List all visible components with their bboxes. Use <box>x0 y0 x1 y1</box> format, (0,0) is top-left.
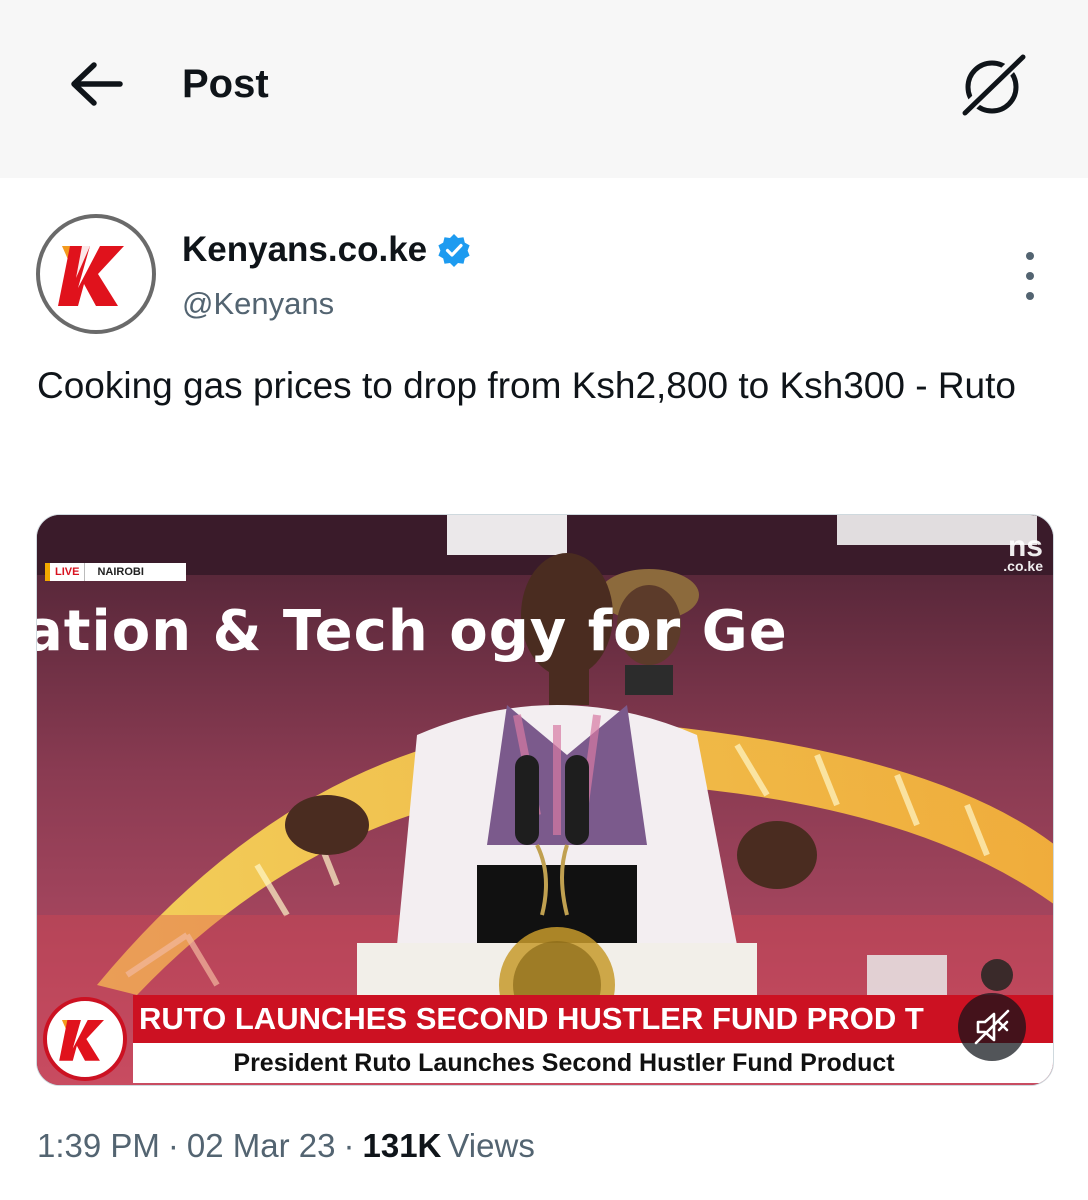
tweet-time[interactable]: 1:39 PM <box>37 1127 160 1164</box>
meta-separator: · <box>167 1127 179 1164</box>
more-dots-icon <box>1026 252 1034 260</box>
author-handle[interactable]: @Kenyans <box>182 284 334 324</box>
grok-button[interactable] <box>954 46 1032 124</box>
grok-icon <box>957 50 1028 120</box>
views-count[interactable]: 131K <box>363 1127 442 1164</box>
kenyans-logo <box>43 997 127 1081</box>
tweet-date[interactable]: 02 Mar 23 <box>187 1127 336 1164</box>
live-label: LIVE <box>50 563 86 581</box>
mute-button[interactable] <box>958 993 1026 1061</box>
more-dot <box>1026 272 1034 280</box>
live-badge: LIVE NAIROBI <box>45 563 186 581</box>
meta-separator: · <box>343 1127 355 1164</box>
news-headline: RUTO LAUNCHES SECOND HUSTLER FUND PROD T <box>133 995 1053 1043</box>
watermark-bottom: .co.ke <box>1003 558 1043 574</box>
more-dot <box>1026 292 1034 300</box>
author-name-text: Kenyans.co.ke <box>182 230 428 269</box>
tweet-meta: 1:39 PM · 02 Mar 23 · 131K Views <box>37 1124 535 1168</box>
author-display-name[interactable]: Kenyans.co.ke <box>182 228 471 272</box>
backdrop-banner-text: ation & Tech ogy for Ge <box>36 599 788 664</box>
news-subheadline: President Ruto Launches Second Hustler F… <box>133 1043 1053 1083</box>
muted-speaker-icon <box>974 1009 1010 1045</box>
page-title: Post <box>182 62 269 106</box>
avatar[interactable] <box>36 214 156 334</box>
views-label: Views <box>447 1127 535 1164</box>
verified-badge-icon <box>438 234 470 267</box>
location-label: NAIROBI <box>97 566 144 578</box>
back-button[interactable] <box>66 58 126 110</box>
lower-third-logo-mark <box>59 1020 104 1061</box>
arrow-left-icon <box>71 62 123 106</box>
channel-watermark: ns .co.ke <box>1003 532 1043 574</box>
more-options-button[interactable] <box>1008 252 1052 300</box>
video-player[interactable]: LIVE NAIROBI ation & Tech ogy for Ge ns … <box>36 514 1054 1086</box>
tweet-text: Cooking gas prices to drop from Ksh2,800… <box>37 365 1016 406</box>
kenyans-logo <box>58 246 124 306</box>
lower-third: RUTO LAUNCHES SECOND HUSTLER FUND PROD T… <box>37 991 1053 1085</box>
top-bar: Post <box>0 0 1088 178</box>
